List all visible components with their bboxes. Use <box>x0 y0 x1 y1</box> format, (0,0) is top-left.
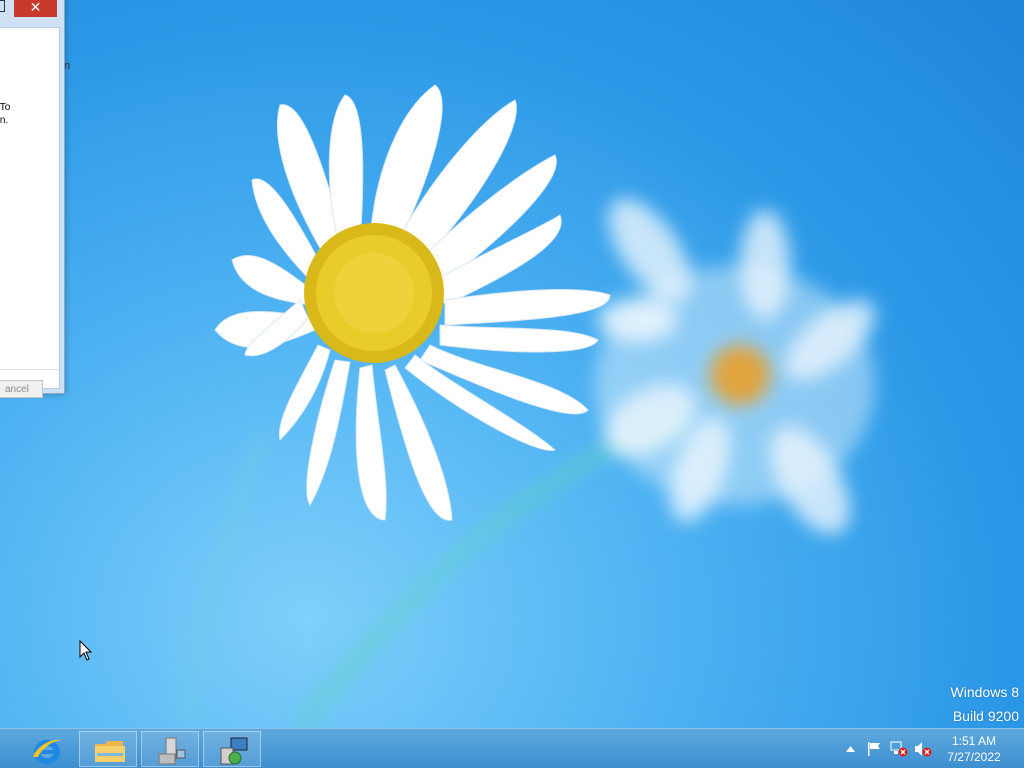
watermark-os: Windows 8 <box>950 684 1019 700</box>
restore-icon[interactable] <box>0 0 5 12</box>
clock-date: 7/27/2022 <box>947 750 1001 764</box>
watermark-build: Build 9200 <box>952 708 1019 724</box>
ie-icon <box>33 739 61 764</box>
taskbar: 1:51 AM 7/27/2022 <box>0 728 1024 768</box>
taskbar-server-manager[interactable] <box>141 731 199 767</box>
folder-icon <box>95 741 125 762</box>
daisy-wallpaper <box>177 84 876 728</box>
taskbar-file-explorer[interactable] <box>79 731 137 767</box>
taskbar-internet-explorer[interactable] <box>17 731 75 767</box>
volume-muted-icon[interactable] <box>914 741 932 757</box>
server-manager-icon <box>158 737 186 765</box>
cancel-button-label: ancel <box>5 384 29 395</box>
dialog-content: ancel <box>0 27 60 398</box>
show-hidden-icons-arrow[interactable] <box>846 746 855 752</box>
divider <box>0 369 59 370</box>
clock-time: 1:51 AM <box>951 734 997 748</box>
network-disconnected-icon[interactable] <box>890 741 908 757</box>
cancel-button[interactable]: ancel <box>0 380 43 398</box>
windows-build-watermark: Windows 8 Build 9200 <box>951 684 1019 728</box>
close-button[interactable]: ✕ <box>14 0 57 17</box>
taskbar-network-setup[interactable] <box>203 731 261 767</box>
network-computer-icon <box>220 737 248 765</box>
desktop[interactable]: n ✕ ancel y ied. To again. Windows 8 Bui… <box>0 0 1024 728</box>
action-center-flag-icon[interactable] <box>866 741 882 757</box>
system-clock[interactable]: 1:51 AM 7/27/2022 <box>944 733 1004 765</box>
dialog-message: y ied. To again. <box>0 102 11 126</box>
dialog-window[interactable]: ✕ ancel y ied. To again. <box>0 0 65 398</box>
mouse-cursor-icon <box>79 640 93 661</box>
